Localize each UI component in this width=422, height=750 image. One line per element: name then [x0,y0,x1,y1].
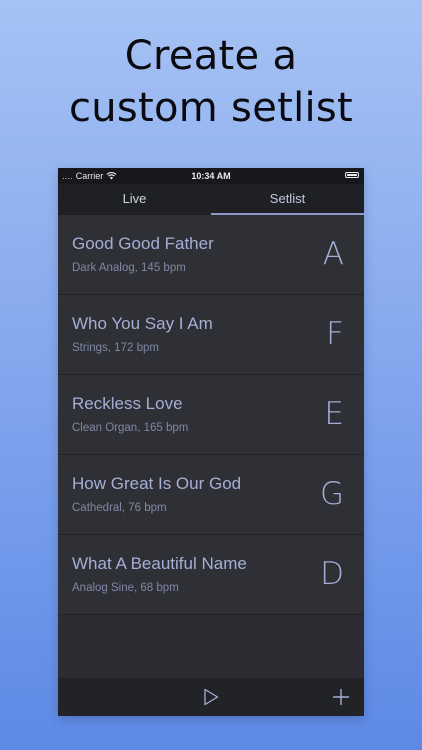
song-subtitle: Cathedral, 76 bpm [72,502,167,514]
song-title: Who You Say I Am [72,314,213,333]
segment-tabs: Live Setlist [58,184,364,215]
song-key: A [322,236,344,272]
song-subtitle: Dark Analog, 145 bpm [72,262,186,274]
battery-icon [345,172,359,178]
bottom-toolbar [58,678,364,716]
tab-setlist[interactable]: Setlist [211,184,364,215]
song-title: How Great Is Our God [72,474,242,493]
setlist-item[interactable]: What A Beautiful Name Analog Sine, 68 bp… [58,535,364,615]
setlist: Good Good Father Dark Analog, 145 bpm A … [58,215,364,615]
song-subtitle: Strings, 172 bpm [72,342,159,354]
setlist-item[interactable]: Good Good Father Dark Analog, 145 bpm A [58,215,364,295]
promo-headline-line-2: custom setlist [68,85,354,131]
song-title: Good Good Father [72,234,214,253]
status-time: 10:34 AM [191,171,231,181]
song-subtitle: Analog Sine, 68 bpm [72,582,179,594]
tab-live[interactable]: Live [58,184,211,215]
setlist-item[interactable]: Reckless Love Clean Organ, 165 bpm E [58,375,364,455]
phone-screen: ․․․․ Carrier 10:34 AM Live Setlist Good … [58,168,364,716]
setlist-item[interactable]: Who You Say I Am Strings, 172 bpm F [58,295,364,375]
song-subtitle: Clean Organ, 165 bpm [72,422,189,434]
play-icon[interactable] [201,687,221,707]
song-key: E [324,396,344,432]
promo-headline: Create a custom setlist [0,30,422,134]
song-key: G [319,476,344,512]
song-title: Reckless Love [72,394,183,413]
plus-icon[interactable] [331,687,351,707]
song-title: What A Beautiful Name [72,554,247,573]
song-key: F [326,316,344,352]
song-key: D [320,556,344,592]
status-bar: ․․․․ Carrier 10:34 AM [58,168,364,184]
promo-headline-line-1: Create a [124,33,298,79]
setlist-item[interactable]: How Great Is Our God Cathedral, 76 bpm G [58,455,364,535]
